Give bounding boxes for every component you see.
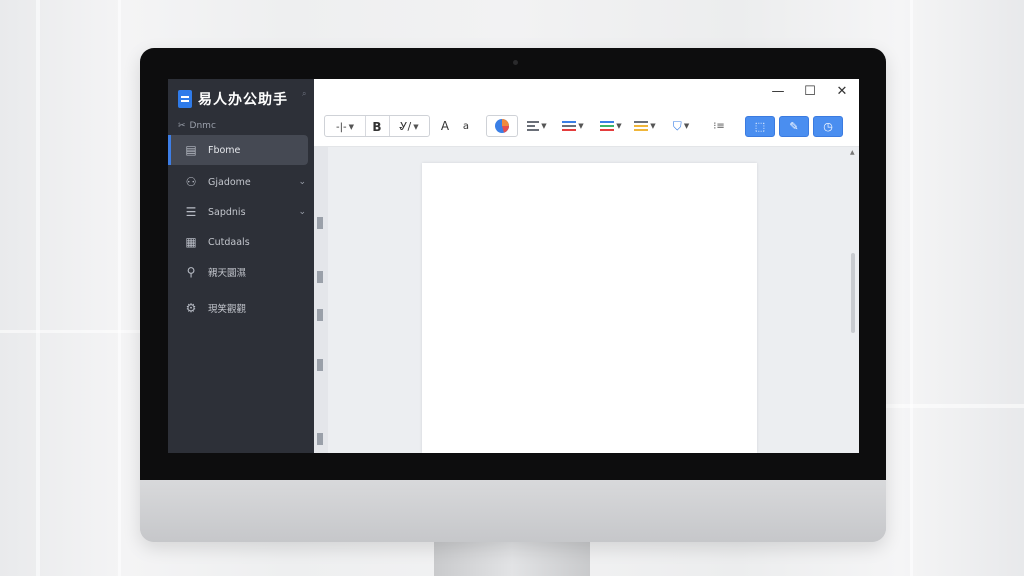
sidebar-item-gjadome[interactable]: ⚇ Gjadome ⌄	[168, 167, 314, 197]
list-green-icon	[600, 121, 615, 131]
vertical-ruler	[314, 147, 328, 453]
pin-icon[interactable]: ⌕	[302, 89, 306, 99]
maximize-button[interactable]: ☐	[800, 83, 820, 101]
gear-icon: ⚙	[185, 301, 197, 315]
dropdown-arrow-icon: ▼	[616, 122, 622, 130]
list-icon: ☰	[185, 205, 197, 219]
font-size-button[interactable]: A	[438, 115, 452, 137]
app-logo-icon	[178, 90, 192, 108]
filter-icon: ⛉	[672, 118, 682, 133]
list-yellow-button[interactable]: ▼	[632, 115, 658, 137]
sidebar-item-label: 現笑觀觀	[208, 304, 247, 315]
list-green-button[interactable]: ▼	[598, 115, 624, 137]
sidebar-item-label: Fbome	[208, 144, 241, 156]
camera-icon	[513, 60, 518, 65]
sidebar-item-label: Gjadome	[208, 176, 251, 188]
strike-dropdown[interactable]: Ꮍ/▼	[391, 116, 427, 138]
chevron-down-icon: ⌄	[298, 177, 306, 187]
tools-icon: ✂	[178, 121, 186, 131]
user-search-icon: ⚲	[186, 265, 196, 279]
wall-panel-line	[36, 0, 40, 576]
list-yellow-icon	[634, 121, 649, 131]
title-bar: — ☐ ✕	[314, 79, 859, 105]
main-area: — ☐ ✕ -|- ▼ B Ꮍ/▼ A a ▼ ▼ ▼ ▼ ⛉ ▼ ⁝≡ ⬚ ✎…	[314, 79, 859, 453]
pencil-icon: ✎	[789, 120, 799, 133]
toolbar: -|- ▼ B Ꮍ/▼ A a ▼ ▼ ▼ ▼ ⛉ ▼ ⁝≡ ⬚ ✎ ◷	[314, 105, 859, 147]
cursor-icon: ⬚	[754, 120, 766, 133]
document-icon: ▤	[185, 143, 197, 157]
chart-button[interactable]	[486, 115, 518, 137]
wall-panel-line	[886, 404, 1024, 408]
wall-panel-line	[910, 0, 913, 576]
section-label: ✂ Dnmc	[178, 121, 216, 131]
select-tool-button[interactable]: ⬚	[745, 116, 775, 137]
edit-tool-button[interactable]: ✎	[779, 116, 809, 137]
dropdown-arrow-icon: ▼	[348, 123, 354, 131]
sidebar-item-label: Sapdnis	[208, 206, 246, 218]
ruler-mark	[317, 217, 323, 229]
dropdown-arrow-icon: ▼	[413, 123, 419, 131]
sidebar-item-sapdnis[interactable]: ☰ Sapdnis ⌄	[168, 197, 314, 227]
dropdown-arrow-icon: ▼	[578, 122, 584, 130]
ruler-mark	[317, 271, 323, 283]
brand[interactable]: 易人办公助手	[178, 85, 288, 113]
wall-panel-line	[118, 0, 121, 576]
vertical-scrollbar[interactable]	[851, 253, 855, 333]
align-lines-button[interactable]: ▼	[526, 115, 548, 137]
users-icon: ⚇	[185, 175, 197, 189]
dropdown-arrow-icon: ▼	[650, 122, 656, 130]
dropdown-arrow-icon: ▼	[541, 122, 547, 130]
ruler-mark	[317, 309, 323, 321]
app-title: 易人办公助手	[198, 92, 288, 108]
document-canvas: ▲	[314, 147, 859, 453]
sidebar-item-label: Cutdaals	[208, 236, 250, 248]
monitor-stand	[434, 540, 590, 576]
close-button[interactable]: ✕	[832, 83, 852, 101]
sidebar-item-settings[interactable]: ⚙ 現笑觀觀	[168, 293, 314, 323]
list-red-button[interactable]: ▼	[560, 115, 586, 137]
wall-panel-line	[0, 330, 140, 333]
filter-button[interactable]: ⛉ ▼	[666, 115, 696, 137]
more-tools-button[interactable]: ⁝≡	[710, 115, 728, 137]
format-group: -|- ▼ B Ꮍ/▼	[324, 115, 430, 137]
bold-button[interactable]: B	[367, 116, 387, 138]
sidebar: 易人办公助手 ⌕ ✂ Dnmc ▤ Fbome ⚇ Gjadome ⌄ ☰ Sa…	[168, 79, 314, 453]
align-lines-icon	[527, 121, 540, 131]
ruler-mark	[317, 433, 323, 445]
align-dropdown[interactable]: -|- ▼	[327, 116, 363, 138]
monitor-chin	[140, 480, 886, 542]
sidebar-item-label: 親天圜濕	[208, 268, 247, 279]
font-color-button[interactable]: a	[460, 115, 472, 137]
sidebar-item-search[interactable]: ⚲ 親天圜濕	[168, 257, 314, 287]
file-grid-icon: ▦	[185, 235, 197, 249]
chevron-down-icon: ⌄	[298, 207, 306, 217]
app-window: 易人办公助手 ⌕ ✂ Dnmc ▤ Fbome ⚇ Gjadome ⌄ ☰ Sa…	[168, 79, 859, 453]
sidebar-nav: ▤ Fbome ⚇ Gjadome ⌄ ☰ Sapdnis ⌄ ▦ Cutdaa…	[168, 135, 314, 323]
list-red-icon	[562, 121, 577, 131]
document-page[interactable]	[422, 163, 757, 453]
scroll-up-icon[interactable]: ▲	[850, 149, 855, 156]
pie-chart-icon	[495, 119, 509, 133]
minimize-button[interactable]: —	[768, 83, 788, 101]
dropdown-arrow-icon: ▼	[683, 122, 690, 130]
sidebar-item-home[interactable]: ▤ Fbome	[168, 135, 308, 165]
settings-list-icon: ⁝≡	[713, 120, 725, 132]
ruler-mark	[317, 359, 323, 371]
clock-icon: ◷	[823, 120, 833, 133]
sidebar-item-cutdaals[interactable]: ▦ Cutdaals	[168, 227, 314, 257]
timer-button[interactable]: ◷	[813, 116, 843, 137]
